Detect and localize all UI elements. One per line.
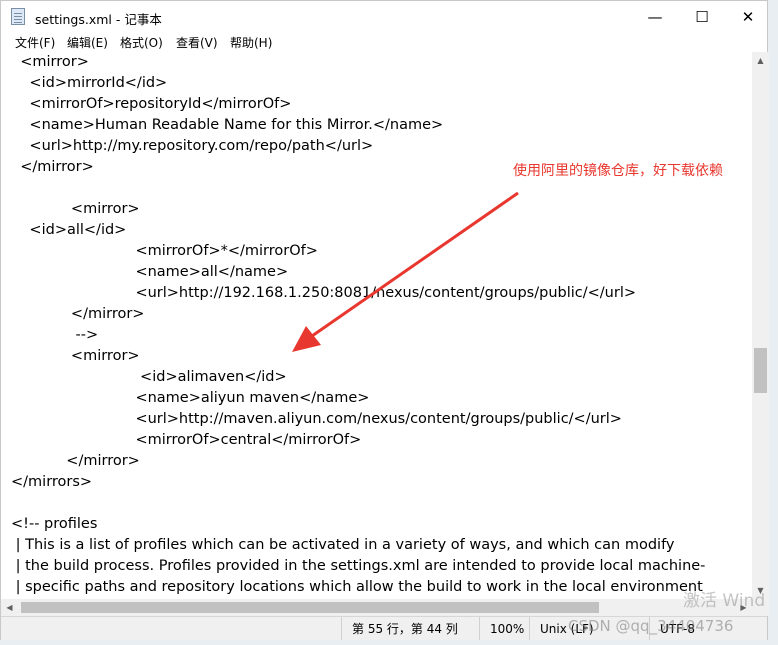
scroll-up-icon[interactable]: ▲	[752, 52, 769, 69]
csdn-watermark: CSDN @qq_34404736	[568, 617, 734, 635]
editor-line: -->	[11, 327, 99, 343]
text-editor[interactable]: <mirror> <id>mirrorId</id> <mirrorOf>rep…	[1, 52, 752, 599]
editor-line: <mirrorOf>central</mirrorOf>	[11, 432, 362, 448]
editor-line: </mirror>	[11, 306, 145, 322]
editor-line: | specific paths and repository location…	[11, 579, 703, 595]
menu-view[interactable]: 查看(V)	[176, 34, 218, 51]
editor-line: <mirrorOf>*</mirrorOf>	[11, 243, 318, 259]
editor-line: </mirror>	[11, 159, 94, 175]
editor-line: <!-- profiles	[11, 516, 98, 532]
status-zoom: 100%	[479, 617, 529, 640]
editor-line: </mirrors>	[11, 474, 93, 490]
vertical-scroll-thumb[interactable]	[754, 348, 767, 393]
editor-line: <url>http://192.168.1.250:8081/nexus/con…	[11, 285, 636, 301]
editor-line: </mirror>	[11, 453, 140, 469]
menu-bar: 文件(F) 编辑(E) 格式(O) 查看(V) 帮助(H)	[1, 32, 767, 52]
editor-line: <name>aliyun maven</name>	[11, 390, 370, 406]
editor-line: <id>all</id>	[11, 222, 127, 238]
editor-line: <id>alimaven</id>	[11, 369, 287, 385]
menu-file[interactable]: 文件(F)	[15, 34, 55, 51]
menu-help[interactable]: 帮助(H)	[230, 34, 272, 51]
editor-line: <name>Human Readable Name for this Mirro…	[11, 117, 444, 133]
notepad-icon	[11, 8, 25, 25]
editor-line: <url>http://maven.aliyun.com/nexus/conte…	[11, 411, 622, 427]
minimize-button[interactable]: —	[632, 1, 678, 32]
menu-format[interactable]: 格式(O)	[120, 34, 163, 51]
maximize-button[interactable]: ☐	[679, 1, 725, 32]
horizontal-scrollbar[interactable]: ◀ ▶	[1, 599, 752, 616]
windows-activation-watermark: 激活 Wind	[683, 591, 766, 611]
editor-line: <mirrorOf>repositoryId</mirrorOf>	[11, 96, 292, 112]
scroll-left-icon[interactable]: ◀	[1, 599, 18, 616]
status-position: 第 55 行，第 44 列	[341, 617, 479, 640]
annotation-text: 使用阿里的镜像仓库，好下载依赖	[513, 163, 723, 179]
editor-line: | the build process. Profiles provided i…	[11, 558, 706, 574]
editor-line: <mirror>	[11, 201, 140, 217]
menu-edit[interactable]: 编辑(E)	[67, 34, 108, 51]
editor-line: <url>http://my.repository.com/repo/path<…	[11, 138, 374, 154]
editor-line: <name>all</name>	[11, 264, 289, 280]
editor-line: <mirror>	[11, 54, 89, 70]
window-title: settings.xml - 记事本	[35, 12, 162, 27]
vertical-scrollbar[interactable]: ▲ ▼	[752, 52, 769, 599]
editor-line: | This is a list of profiles which can b…	[11, 537, 675, 553]
editor-line: <id>mirrorId</id>	[11, 75, 168, 91]
notepad-window: settings.xml - 记事本 — ☐ ✕ 文件(F) 编辑(E) 格式(…	[0, 0, 769, 640]
horizontal-scroll-thumb[interactable]	[21, 602, 599, 613]
editor-line: <mirror>	[11, 348, 140, 364]
close-button[interactable]: ✕	[725, 1, 771, 32]
title-bar[interactable]: settings.xml - 记事本 — ☐ ✕	[1, 1, 767, 32]
